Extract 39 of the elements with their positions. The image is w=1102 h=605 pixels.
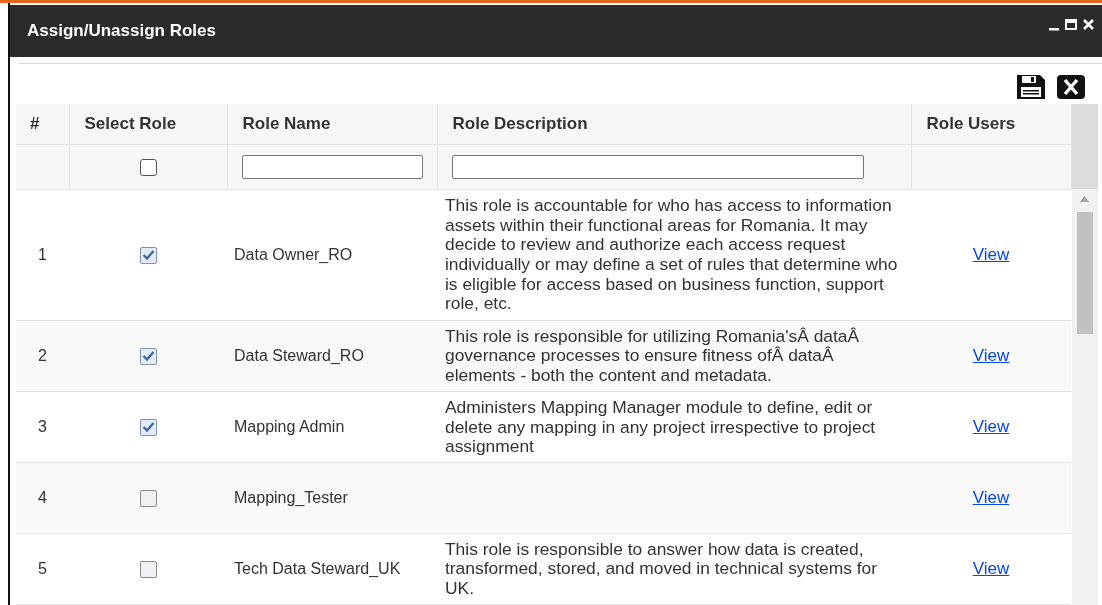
window-title: Assign/Unassign Roles bbox=[27, 21, 216, 41]
view-link[interactable]: View bbox=[972, 346, 1010, 366]
scroll-track[interactable] bbox=[1071, 104, 1098, 605]
checkbox[interactable] bbox=[139, 159, 157, 177]
row-number: 2 bbox=[38, 347, 47, 365]
checkbox[interactable] bbox=[139, 561, 157, 578]
row-number: 4 bbox=[38, 489, 47, 507]
column-header: Select Role bbox=[69, 104, 227, 145]
column-header: Role Description bbox=[437, 104, 911, 145]
close-icon[interactable] bbox=[1083, 19, 1094, 30]
role-description: Administers Mapping Manager module to define, edit or delete any mapping in any project irrespective to project assignment bbox=[445, 397, 877, 457]
role-name: Data Steward_RO bbox=[234, 347, 364, 365]
checkbox[interactable] bbox=[139, 247, 157, 265]
role-description: This role is responsible for utilizing Romania'sÂ dataÂ governance processes to ensure fitness ofÂ dataÂ elements - both the content and metadata. bbox=[445, 326, 861, 386]
view-link[interactable]: View bbox=[972, 245, 1010, 265]
role-description: This role is accountable for who has access to information assets within their functional areas for Romania. It may decide to review and authorize each access request individually or may define a set of rules that determine who is eligible for access based on business function, support role, etc. bbox=[445, 196, 899, 314]
checkbox[interactable] bbox=[139, 348, 157, 366]
view-link[interactable]: View bbox=[972, 417, 1010, 437]
role-name-filter[interactable] bbox=[241, 155, 423, 179]
checkbox[interactable] bbox=[139, 419, 157, 437]
role-name: Mapping Admin bbox=[234, 418, 345, 436]
view-link[interactable]: View bbox=[972, 488, 1010, 508]
role-name: Mapping_Tester bbox=[234, 489, 348, 507]
column-header: # bbox=[16, 104, 69, 145]
role-description: This role is responsible to answer how data is created, transformed, stored, and moved in technical systems for UK. bbox=[445, 539, 879, 599]
close-button[interactable] bbox=[1056, 74, 1086, 100]
view-link[interactable]: View bbox=[972, 558, 1010, 578]
role-description-filter[interactable] bbox=[451, 155, 864, 179]
column-header: Role Users bbox=[911, 104, 1071, 145]
role-name: Data Owner_RO bbox=[234, 246, 353, 264]
row-number: 3 bbox=[38, 418, 47, 436]
checkbox[interactable] bbox=[139, 490, 157, 508]
save-button[interactable] bbox=[1016, 74, 1046, 100]
row-number: 1 bbox=[38, 246, 47, 264]
column-header: Role Name bbox=[227, 104, 437, 145]
role-name: Tech Data Steward_UK bbox=[234, 559, 401, 577]
scroll-thumb[interactable] bbox=[1076, 212, 1093, 334]
maximize-icon[interactable] bbox=[1065, 19, 1077, 30]
row-number: 5 bbox=[38, 559, 47, 577]
